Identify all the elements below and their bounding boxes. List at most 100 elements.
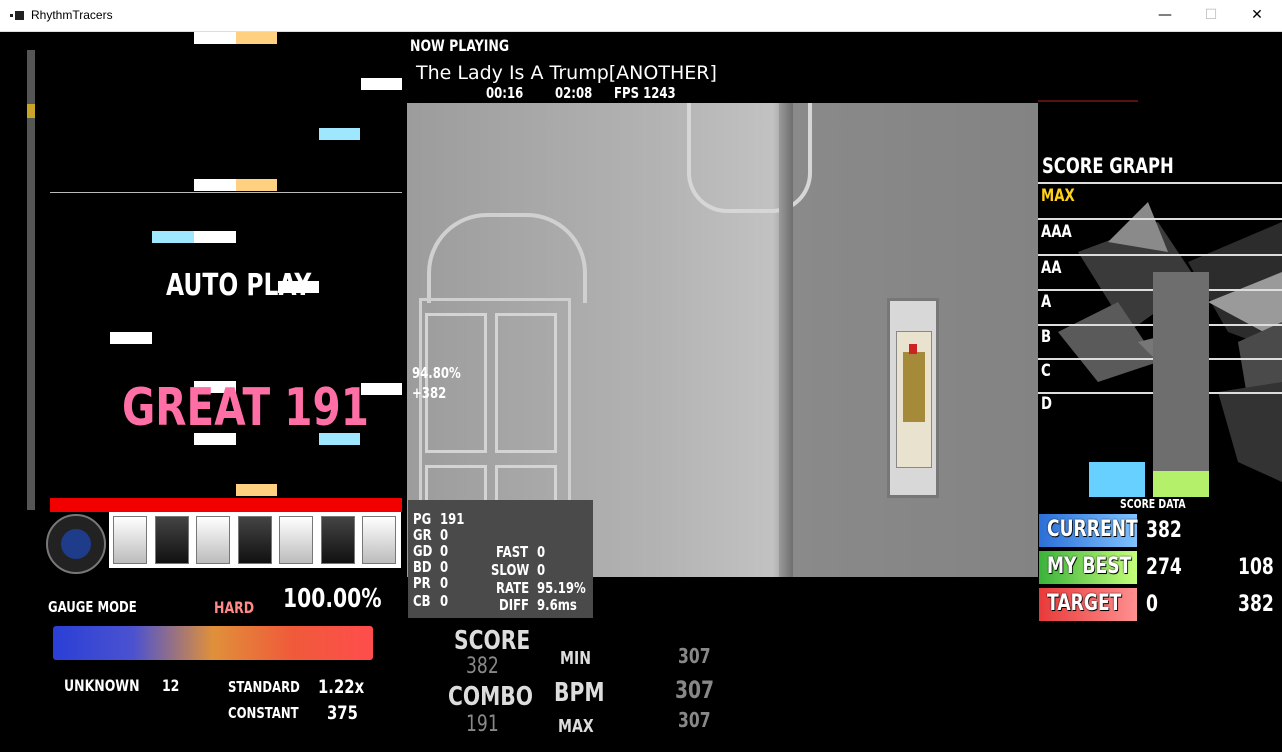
gauge-percent: 100.00%	[283, 584, 382, 614]
app-icon	[10, 11, 24, 20]
rank-c: C	[1041, 361, 1051, 381]
note-white	[194, 231, 236, 243]
measure-line	[50, 192, 402, 193]
best-score-bar	[1153, 471, 1209, 497]
rank-line	[1038, 182, 1282, 184]
current-label: CURRENT	[1047, 517, 1138, 542]
song-progress-thumb	[27, 103, 35, 118]
key-4	[238, 516, 272, 564]
accuracy-percent: 94.80%	[412, 364, 461, 382]
bga-wall-corner	[779, 103, 793, 577]
note-white	[110, 332, 152, 344]
bga-door-panel	[495, 313, 557, 453]
judgement-text: GREAT	[122, 378, 271, 438]
best-row: MY BEST	[1039, 551, 1137, 584]
bpm-max-value: 307	[678, 708, 711, 732]
score-label: SCORE	[454, 626, 531, 656]
target-label: TARGET	[1047, 591, 1122, 616]
pr-count: 0	[440, 574, 449, 592]
maximize-button[interactable]: ☐	[1188, 0, 1234, 31]
key-bed	[109, 512, 401, 568]
unknown-label: UNKNOWN	[64, 676, 140, 695]
standard-value: 1.22x	[318, 676, 365, 698]
bpm-min-value: 307	[678, 644, 711, 668]
key-2	[155, 516, 189, 564]
best-label: MY BEST	[1047, 554, 1132, 579]
note-blue	[319, 128, 360, 140]
combo-value: 191	[466, 712, 499, 737]
target-diff: 382	[1238, 592, 1274, 617]
window-title: RhythmTracers	[31, 8, 113, 22]
combo-label: COMBO	[448, 682, 534, 712]
target-score: 0	[1146, 592, 1158, 617]
pr-label: PR	[413, 574, 431, 592]
note-scratch	[236, 32, 277, 44]
elapsed-time: 00:16	[486, 84, 524, 102]
standard-label: STANDARD	[228, 678, 300, 696]
note-white	[361, 78, 402, 90]
key-1	[113, 516, 147, 564]
bga-door-panel	[425, 313, 487, 453]
rank-aa: AA	[1041, 258, 1062, 278]
rank-line	[1038, 254, 1282, 256]
bga-picture-frame	[887, 298, 939, 498]
graph-bar-track	[1153, 272, 1209, 497]
auto-play-label: AUTO PLAY	[166, 268, 312, 303]
score-data-label: SCORE DATA	[1120, 497, 1186, 511]
target-row: TARGET	[1039, 588, 1137, 621]
bga-door-arch	[427, 213, 587, 303]
fps-counter: FPS 1243	[614, 84, 676, 102]
rank-max: MAX	[1041, 186, 1075, 206]
note-scratch	[236, 179, 277, 191]
score-value: 382	[466, 654, 499, 679]
gauge-mode-value: HARD	[214, 598, 255, 617]
judgement-count: 191	[284, 378, 369, 438]
note-scratch	[236, 484, 277, 496]
song-title: The Lady Is A Trump[ANOTHER]	[416, 62, 717, 84]
close-button[interactable]: ✕	[1234, 0, 1280, 31]
key-7	[362, 516, 396, 564]
total-time: 02:08	[555, 84, 593, 102]
bpm-min-label: MIN	[560, 648, 591, 669]
best-score: 274	[1146, 555, 1182, 580]
fast-label: FAST	[496, 543, 529, 561]
fast-count: 0	[537, 543, 546, 561]
bga-ceiling-molding	[687, 103, 812, 213]
cb-label: CB	[413, 592, 431, 610]
slow-label: SLOW	[491, 561, 530, 579]
bga-playing-card	[896, 331, 932, 468]
rate-value: 95.19%	[537, 579, 586, 597]
groove-gauge	[53, 626, 373, 660]
current-score-bar	[1089, 462, 1145, 497]
bpm-label: BPM	[554, 678, 605, 708]
judge-line	[50, 498, 402, 512]
song-progress-track	[27, 50, 35, 510]
game-screen: AUTO PLAY GREAT 191 GAUGE MODE HARD 100.…	[0, 32, 1282, 752]
unknown-value: 12	[162, 676, 180, 695]
accuracy-diff: +382	[412, 384, 447, 402]
gauge-mode-label: GAUGE MODE	[48, 598, 137, 616]
bpm-value: 307	[675, 676, 715, 704]
bpm-max-label: MAX	[558, 716, 594, 737]
note-white	[194, 179, 236, 191]
turntable	[46, 514, 106, 574]
judgement-display: GREAT 191	[122, 378, 369, 438]
rank-a: A	[1041, 292, 1052, 312]
title-bar: RhythmTracers — ☐ ✕	[0, 0, 1282, 32]
rank-line	[1038, 218, 1282, 220]
key-3	[196, 516, 230, 564]
key-6	[321, 516, 355, 564]
constant-label: CONSTANT	[228, 704, 299, 722]
note-white	[194, 32, 236, 44]
rank-aaa: AAA	[1041, 222, 1072, 242]
diff-label: DIFF	[499, 596, 530, 614]
rank-b: B	[1041, 327, 1052, 347]
best-diff: 108	[1238, 555, 1274, 580]
diff-value: 9.6ms	[537, 596, 577, 614]
rate-label: RATE	[496, 579, 530, 597]
score-graph-title: SCORE GRAPH	[1042, 154, 1174, 178]
minimize-button[interactable]: —	[1142, 0, 1188, 31]
constant-value: 375	[327, 702, 358, 724]
key-5	[279, 516, 313, 564]
current-row: CURRENT	[1039, 514, 1138, 547]
